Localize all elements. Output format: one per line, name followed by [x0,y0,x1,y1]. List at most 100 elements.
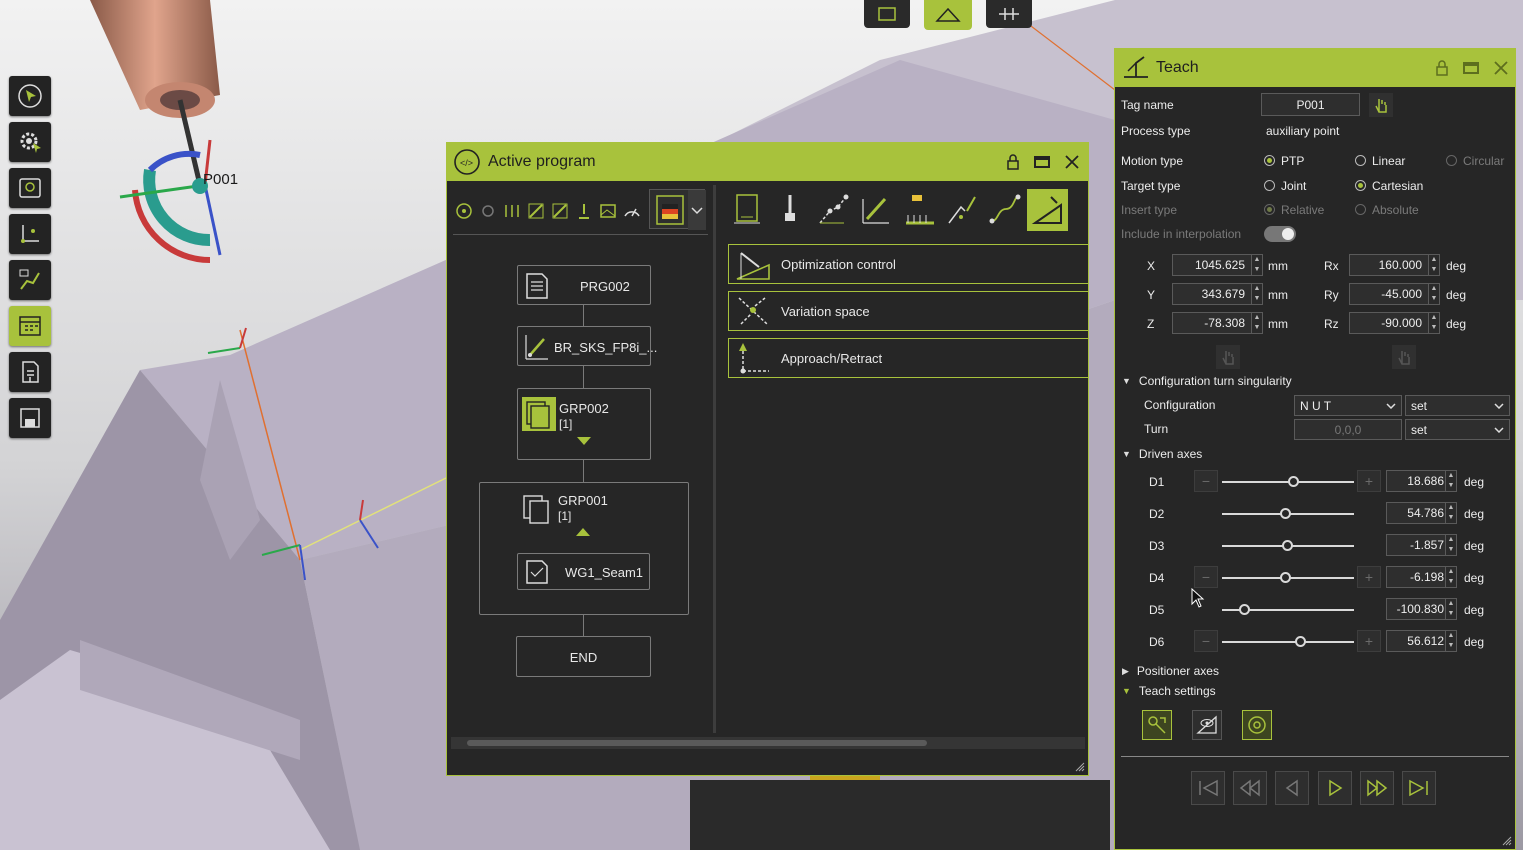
configuration-mode-select[interactable]: set [1405,395,1510,416]
program-tool-1[interactable] [453,200,475,222]
axis-slider[interactable] [1222,476,1354,487]
program-node-prg002[interactable]: PRG002 [517,265,651,305]
rz-spinner[interactable]: ▲ ▼ [1428,312,1440,334]
top-tool-button-1[interactable] [864,0,910,28]
pick-position-button[interactable] [1216,345,1240,369]
program-flag-dropdown[interactable] [649,189,706,230]
teach-setting-target-button[interactable] [1242,710,1272,740]
axis-spinner[interactable]: ▲ ▼ [1445,598,1457,620]
resize-grip-icon[interactable] [1075,762,1085,772]
motion-ptp-radio[interactable] [1264,155,1275,166]
maximize-icon[interactable] [1463,61,1479,75]
ry-spinner[interactable]: ▲ ▼ [1428,283,1440,305]
next-fast-button[interactable] [1360,771,1394,805]
teach-setting-tool-button[interactable] [1142,710,1172,740]
property-tool-sensor[interactable] [941,189,982,231]
rx-field[interactable]: 160.000 [1349,254,1429,276]
previous-fast-button[interactable] [1233,771,1267,805]
turn-input[interactable]: 0,0,0 [1294,419,1402,440]
configuration-select[interactable]: N U T [1294,395,1402,416]
axis-decrement-button[interactable]: − [1194,566,1218,588]
top-tool-button-3[interactable] [986,0,1032,28]
axis-slider[interactable] [1222,572,1354,583]
axis-slider[interactable] [1222,636,1354,647]
x-spinner[interactable]: ▲ ▼ [1251,254,1263,276]
property-tool-optimization[interactable] [1027,189,1068,231]
program-node-end[interactable]: END [516,636,651,677]
axis-spinner[interactable]: ▲ ▼ [1445,566,1457,588]
calendar-tool-button[interactable] [9,306,51,346]
positioner-axes-section-header[interactable]: ▶ Positioner axes [1122,664,1219,678]
property-tool-wire[interactable] [898,189,939,231]
axis-value-field[interactable]: -6.198 [1386,566,1451,588]
first-point-button[interactable] [1191,771,1225,805]
program-tool-3[interactable] [501,200,523,222]
scrollbar-thumb[interactable] [467,740,927,746]
turn-mode-select[interactable]: set [1405,419,1510,440]
tag-name-input[interactable]: P001 [1261,93,1360,116]
program-node-wg1-seam1[interactable]: WG1_Seam1 [517,553,650,590]
property-tool-torch[interactable] [769,189,810,231]
axis-increment-button[interactable]: + [1357,566,1381,588]
program-node-grp002[interactable]: GRP002 [1] [517,388,651,460]
close-icon[interactable] [1064,154,1080,170]
document-tool-button[interactable] [9,352,51,392]
program-tool-4[interactable] [525,200,547,222]
pick-tag-button[interactable] [1369,93,1393,117]
teach-setting-view-button[interactable] [1192,710,1222,740]
y-field[interactable]: 343.679 [1172,283,1252,305]
axis-value-field[interactable]: 56.612 [1386,630,1451,652]
settings-tool-button[interactable] [9,122,51,162]
expand-up-icon[interactable] [576,528,590,536]
coordinate-tool-button[interactable] [9,214,51,254]
property-tool-curve[interactable] [984,189,1025,231]
axis-value-field[interactable]: 54.786 [1386,502,1451,524]
approach-retract-option[interactable]: Approach/Retract [728,338,1088,378]
rx-spinner[interactable]: ▲ ▼ [1428,254,1440,276]
axis-spinner[interactable]: ▲ ▼ [1445,630,1457,652]
teach-titlebar[interactable]: Teach [1115,49,1515,87]
axis-slider[interactable] [1222,508,1354,519]
program-node-grp001[interactable]: GRP001 [1] [517,488,651,542]
program-tool-7[interactable] [597,200,619,222]
axis-spinner[interactable]: ▲ ▼ [1445,534,1457,556]
rz-field[interactable]: -90.000 [1349,312,1429,334]
axis-value-field[interactable]: -1.857 [1386,534,1451,556]
property-tool-path[interactable] [812,189,853,231]
teach-settings-section-header[interactable]: ▼ Teach settings [1122,684,1216,698]
map-tool-button[interactable] [9,168,51,208]
lock-icon[interactable] [1006,154,1020,170]
close-icon[interactable] [1493,60,1509,76]
config-section-header[interactable]: ▼ Configuration turn singularity [1122,374,1292,388]
motion-linear-radio[interactable] [1355,155,1366,166]
variation-space-option[interactable]: Variation space [728,291,1088,331]
previous-button[interactable] [1275,771,1309,805]
program-node-br-sks[interactable]: BR_SKS_FP8i_... [517,326,657,366]
ry-field[interactable]: -45.000 [1349,283,1429,305]
axis-slider[interactable] [1222,604,1354,615]
slider-knob[interactable] [1280,508,1292,519]
last-point-button[interactable] [1402,771,1436,805]
top-tool-button-2[interactable] [924,0,972,30]
select-tool-button[interactable] [9,76,51,116]
slider-knob[interactable] [1280,572,1292,583]
horizontal-scrollbar[interactable] [451,737,1085,749]
optimization-control-option[interactable]: Optimization control [728,244,1088,284]
resize-grip-icon[interactable] [1502,836,1512,846]
play-button[interactable] [1318,771,1352,805]
slider-knob[interactable] [1288,476,1300,487]
axis-slider[interactable] [1222,540,1354,551]
path-tool-button[interactable] [9,260,51,300]
axis-spinner[interactable]: ▲ ▼ [1445,502,1457,524]
driven-axes-section-header[interactable]: ▼ Driven axes [1122,447,1202,461]
axis-value-field[interactable]: -100.830 [1386,598,1451,620]
pick-orientation-button[interactable] [1392,345,1416,369]
insert-relative-radio[interactable] [1264,204,1275,215]
axis-decrement-button[interactable]: − [1194,630,1218,652]
slider-knob[interactable] [1239,604,1251,615]
program-tool-8[interactable] [621,200,643,222]
property-tool-weld[interactable] [855,189,896,231]
axis-value-field[interactable]: 18.686 [1386,470,1451,492]
maximize-icon[interactable] [1034,155,1050,169]
program-tool-5[interactable] [549,200,571,222]
